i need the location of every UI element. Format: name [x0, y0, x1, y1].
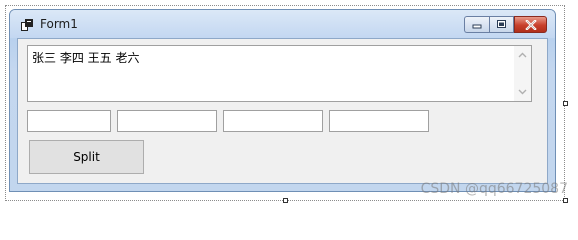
scroll-up-arrow-icon[interactable] [518, 51, 527, 60]
minimize-button[interactable] [464, 16, 489, 33]
resize-handle-bottom-right[interactable] [563, 198, 568, 203]
close-button[interactable] [514, 16, 547, 33]
maximize-icon [497, 20, 506, 28]
caption-buttons [464, 16, 547, 34]
minimize-icon [472, 24, 481, 29]
scroll-down-arrow-icon[interactable] [518, 87, 527, 96]
window-title: Form1 [40, 17, 78, 31]
textbox-4[interactable] [329, 110, 429, 132]
resize-handle-bottom[interactable] [283, 198, 288, 203]
split-button[interactable]: Split [29, 140, 144, 174]
watermark-text: CSDN @qq66725087 [420, 181, 568, 197]
close-icon [524, 19, 537, 30]
form-window: Form1 张三 李四 王五 老六 Split [9, 9, 556, 192]
form-client-area: 张三 李四 王五 老六 Split [17, 38, 548, 184]
form-app-icon [21, 19, 33, 31]
textbox-1[interactable] [27, 110, 111, 132]
maximize-button[interactable] [489, 16, 514, 33]
multiline-textbox-content: 张三 李四 王五 老六 [32, 51, 140, 65]
textbox-3[interactable] [223, 110, 323, 132]
vertical-scrollbar[interactable] [514, 46, 531, 101]
resize-handle-right[interactable] [563, 101, 568, 106]
textbox-2[interactable] [117, 110, 217, 132]
multiline-textbox[interactable]: 张三 李四 王五 老六 [27, 45, 532, 102]
title-bar[interactable]: Form1 [10, 10, 555, 38]
